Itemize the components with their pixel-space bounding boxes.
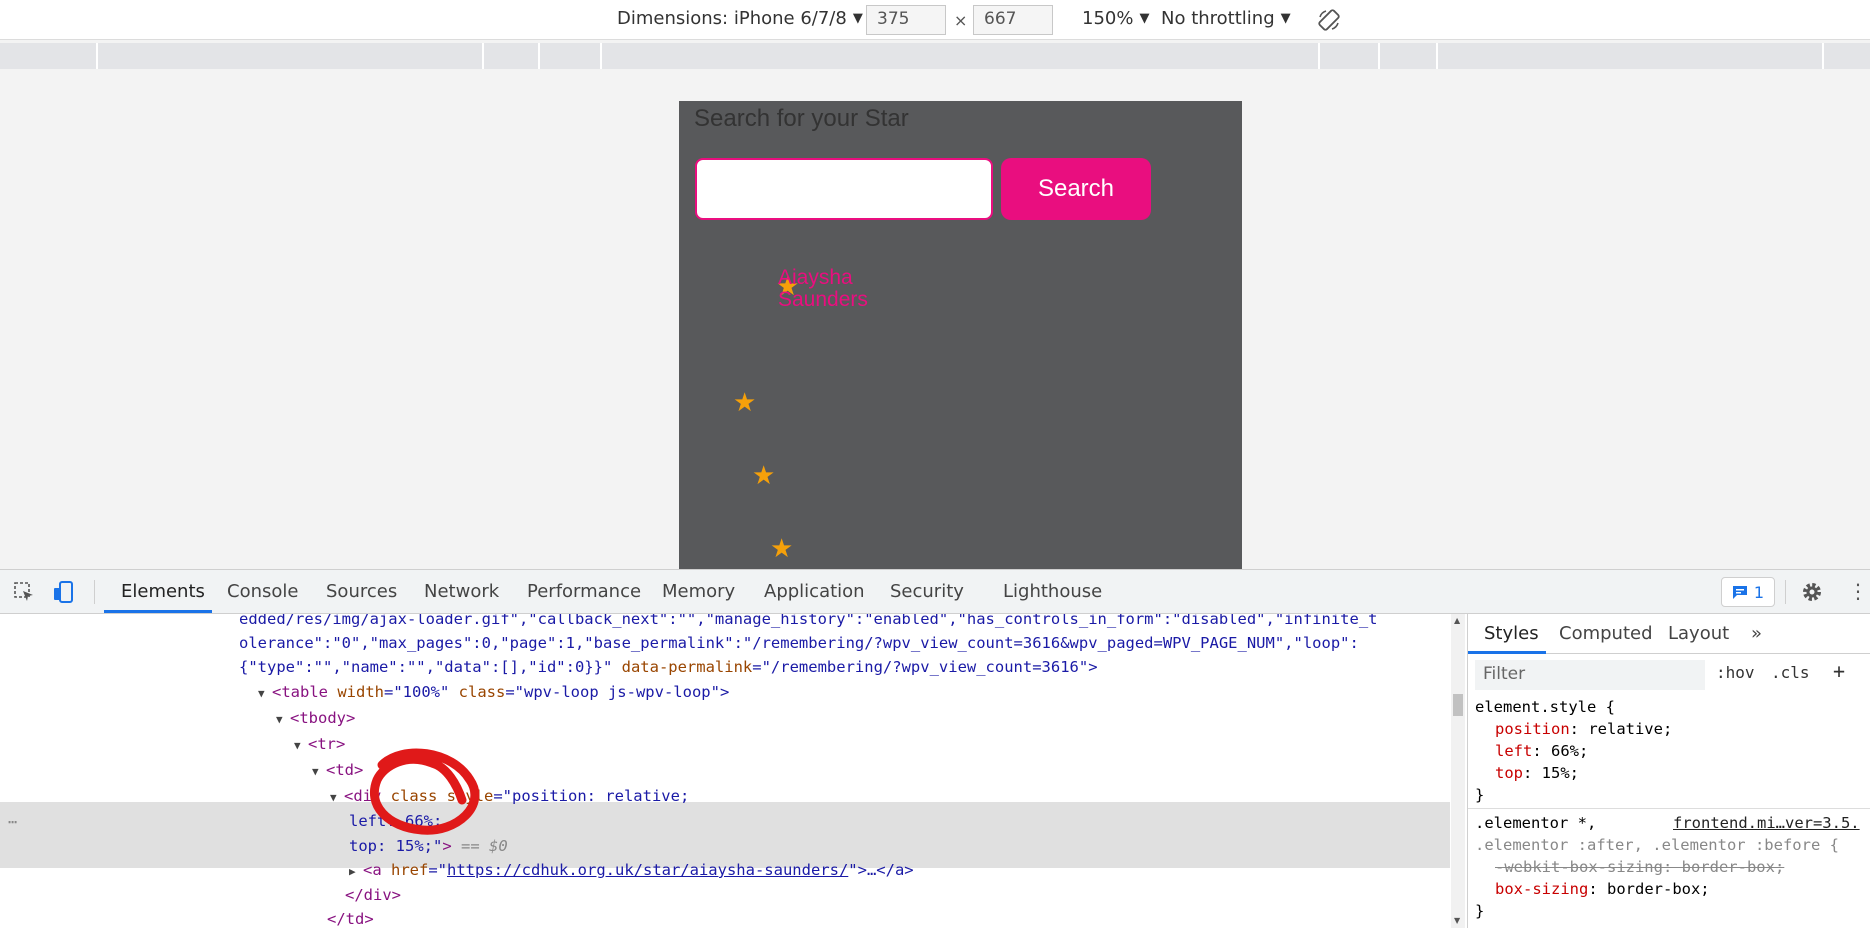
- td-close: </td>: [327, 910, 374, 928]
- tr-node[interactable]: ▼ <tr>: [294, 733, 345, 755]
- chevron-down-icon: ▼: [1280, 11, 1291, 26]
- star-name-first: Aiaysha: [778, 266, 853, 289]
- tab-styles[interactable]: Styles: [1484, 623, 1539, 644]
- node-actions-icon[interactable]: ⋯: [8, 811, 17, 833]
- rule-close: }: [1475, 902, 1485, 920]
- device-toggle-icon[interactable]: [52, 580, 76, 604]
- add-rule-icon[interactable]: +: [1833, 659, 1845, 683]
- dimensions-label: Dimensions: iPhone 6/7/8: [617, 8, 847, 29]
- star-url-link: https://cdhuk.org.uk/star/aiaysha-saunde…: [447, 861, 849, 879]
- device-toolbar: Dimensions: iPhone 6/7/8 ▼ 375 × 667 150…: [0, 0, 1870, 40]
- red-annotation-circle: [369, 748, 480, 835]
- inspect-element-icon[interactable]: [13, 581, 35, 603]
- elementor-selector-pseudo: .elementor :after, .elementor :before {: [1475, 836, 1839, 854]
- star-name-last: Saunders: [778, 288, 868, 311]
- dom-tree: ⋯ edded/res/img/ajax-loader.gif","callba…: [0, 614, 1450, 928]
- tab-console[interactable]: Console: [227, 581, 298, 602]
- issues-count: 1: [1753, 582, 1765, 602]
- cls-toggle[interactable]: .cls: [1771, 663, 1810, 682]
- more-options-icon[interactable]: ⋮: [1848, 580, 1868, 604]
- dimensions-dropdown[interactable]: Dimensions: iPhone 6/7/8 ▼: [617, 8, 863, 29]
- dom-line: edded/res/img/ajax-loader.gif","callback…: [239, 614, 1378, 628]
- star-icon[interactable]: ★: [733, 389, 759, 415]
- td-node[interactable]: ▼ <td>: [312, 759, 363, 781]
- tab-layout[interactable]: Layout: [1668, 623, 1729, 644]
- dom-line: olerance":"0","max_pages":0,"page":1,"ba…: [239, 634, 1359, 652]
- table-node[interactable]: ▼ <table width="100%" class="wpv-loop js-…: [258, 681, 729, 703]
- search-button[interactable]: Search: [1001, 158, 1151, 220]
- devtools-panel: Elements Console Sources Network Perform…: [0, 569, 1870, 928]
- tab-performance[interactable]: Performance: [527, 581, 641, 602]
- height-input[interactable]: 667: [973, 5, 1053, 35]
- style-prop-webkit-box-sizing[interactable]: -webkit-box-sizing: border-box;: [1495, 856, 1784, 878]
- style-prop-box-sizing[interactable]: box-sizing: border-box;: [1495, 878, 1710, 900]
- zoom-dropdown[interactable]: 150% ▼: [1082, 8, 1149, 29]
- tbody-node[interactable]: ▼ <tbody>: [276, 707, 355, 729]
- times-symbol: ×: [954, 11, 968, 30]
- throttling-label: No throttling: [1161, 8, 1275, 29]
- devtools-tabbar: Elements Console Sources Network Perform…: [0, 570, 1870, 614]
- throttling-dropdown[interactable]: No throttling ▼: [1161, 8, 1291, 29]
- style-prop-left[interactable]: left: 66%;: [1495, 740, 1588, 762]
- tab-lighthouse[interactable]: Lighthouse: [1003, 581, 1102, 602]
- message-icon: [1732, 586, 1747, 599]
- page-preview: Search for your Star Search ★ Aiaysha Sa…: [679, 101, 1242, 569]
- stylesheet-source-link[interactable]: frontend.mi…ver=3.5.: [1673, 812, 1860, 834]
- tab-elements[interactable]: Elements: [121, 581, 205, 602]
- gear-icon[interactable]: [1800, 580, 1824, 604]
- dom-line: {"type":"","name":"","data":[],"id":0}}"…: [239, 658, 1098, 676]
- tab-network[interactable]: Network: [424, 581, 499, 602]
- elementor-selector: .elementor *,: [1475, 814, 1597, 832]
- more-tabs-icon[interactable]: »: [1751, 623, 1762, 644]
- media-query-ruler: [0, 43, 1870, 69]
- styles-tabbar: Styles Computed Layout »: [1468, 614, 1870, 654]
- tab-memory[interactable]: Memory: [662, 581, 735, 602]
- zoom-label: 150%: [1082, 8, 1134, 29]
- chevron-down-icon: ▼: [1139, 11, 1150, 26]
- div-close: </div>: [345, 886, 401, 904]
- chevron-down-icon: ▼: [852, 11, 863, 26]
- width-input[interactable]: 375: [866, 5, 946, 35]
- styles-pane: Styles Computed Layout » Filter :hov .cl…: [1467, 614, 1870, 928]
- page-title: Search for your Star: [694, 105, 909, 132]
- style-prop-position[interactable]: position: relative;: [1495, 718, 1672, 740]
- anchor-node[interactable]: ▶ <a href="https://cdhuk.org.uk/star/aiay…: [349, 859, 914, 881]
- star-icon[interactable]: ★: [752, 462, 778, 488]
- rotate-icon[interactable]: [1317, 8, 1341, 32]
- tab-computed[interactable]: Computed: [1559, 623, 1653, 644]
- element-style-selector: element.style {: [1475, 698, 1615, 716]
- rule-close: }: [1475, 786, 1485, 804]
- device-viewport: Search for your Star Search ★ Aiaysha Sa…: [0, 69, 1870, 569]
- star-icon[interactable]: ★: [770, 535, 796, 561]
- style-prop-top[interactable]: top: 15%;: [1495, 762, 1579, 784]
- styles-filter-input[interactable]: Filter: [1475, 660, 1705, 690]
- tab-sources[interactable]: Sources: [326, 581, 397, 602]
- dom-scrollbar[interactable]: ▲ ▼: [1451, 614, 1465, 928]
- hov-toggle[interactable]: :hov: [1716, 663, 1755, 682]
- search-input[interactable]: [695, 158, 993, 220]
- div-style-top: top: 15%;"> == $0: [349, 837, 508, 855]
- issues-button[interactable]: 1: [1721, 577, 1775, 607]
- star-name-link[interactable]: Aiaysha Saunders: [778, 267, 898, 311]
- tab-security[interactable]: Security: [890, 581, 964, 602]
- tab-application[interactable]: Application: [764, 581, 865, 602]
